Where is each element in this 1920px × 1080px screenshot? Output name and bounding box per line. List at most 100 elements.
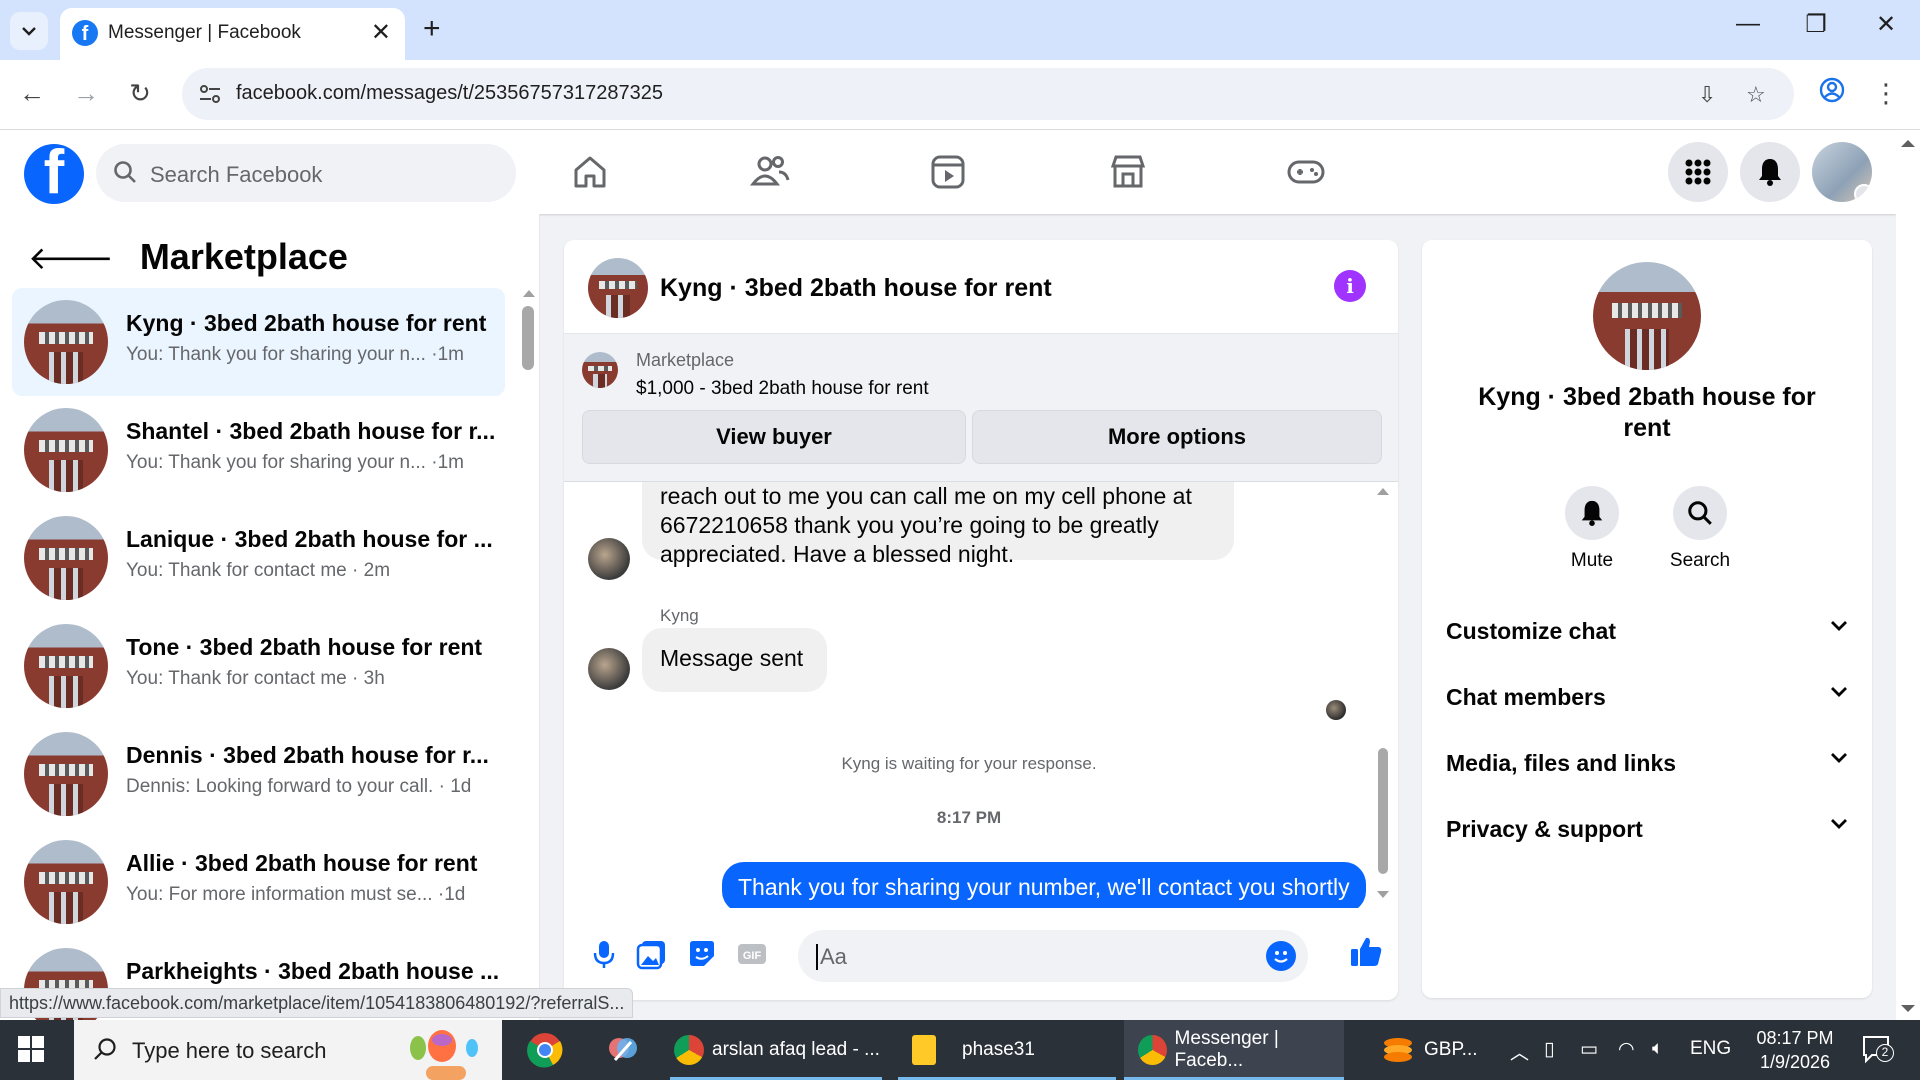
account-avatar[interactable]: ⌄ — [1812, 142, 1872, 202]
facebook-logo[interactable]: f — [24, 144, 84, 204]
tab-close-icon[interactable]: ✕ — [371, 18, 391, 47]
media-files-links-section[interactable]: Media, files and links — [1446, 744, 1848, 784]
home-icon[interactable] — [568, 150, 612, 194]
back-icon[interactable]: ← — [14, 78, 50, 109]
chevron-down-icon — [22, 27, 36, 36]
browser-menu-icon[interactable]: ⋮ — [1868, 78, 1904, 109]
notifications-button[interactable] — [1740, 142, 1800, 202]
friends-icon[interactable] — [748, 150, 792, 194]
sidebar-scrollbar[interactable] — [522, 290, 536, 594]
conversation-item[interactable]: Lanique · 3bed 2bath house for ... You: … — [12, 504, 505, 612]
taskbar-chrome-icon[interactable] — [520, 1020, 570, 1080]
url-bar[interactable]: facebook.com/messages/t/2535675731728732… — [182, 68, 1794, 120]
conversation-snippet: You: Thank for contact me · 2m — [126, 560, 391, 581]
more-options-button[interactable]: More options — [972, 410, 1382, 464]
scroll-up-icon[interactable] — [1900, 138, 1916, 148]
tab-search-button[interactable] — [10, 12, 48, 50]
sender-avatar[interactable] — [588, 648, 630, 690]
search-in-conversation-button[interactable]: Search — [1650, 486, 1750, 572]
restore-icon[interactable]: ❐ — [1796, 10, 1836, 39]
chat-members-section[interactable]: Chat members — [1446, 678, 1848, 718]
scroll-up-icon[interactable] — [1376, 486, 1390, 496]
conversation-item[interactable]: Kyng · 3bed 2bath house for rent You: Th… — [12, 288, 505, 396]
message-input[interactable]: Aa — [798, 930, 1308, 982]
profile-icon[interactable] — [1814, 76, 1850, 111]
chat-title[interactable]: Kyng · 3bed 2bath house for rent — [660, 274, 1052, 303]
page-scrollbar[interactable] — [1896, 130, 1920, 1020]
taskbar-currency-widget[interactable]: GBP... — [1380, 1020, 1500, 1080]
conversation-item[interactable]: Tone · 3bed 2bath house for rent You: Th… — [12, 612, 505, 720]
notification-center-icon[interactable]: 2 — [1862, 1034, 1894, 1064]
taskbar-clock[interactable]: 08:17 PM 1/9/2026 — [1740, 1026, 1850, 1074]
incoming-message[interactable]: Message sent — [642, 628, 828, 692]
taskbar-app-folder[interactable]: phase31 — [898, 1020, 1116, 1080]
windows-taskbar: Type here to search arslan afaq lead - .… — [0, 1020, 1920, 1080]
battery-icon[interactable]: ▭ — [1580, 1038, 1598, 1061]
conversation-avatar — [24, 408, 108, 492]
mute-button[interactable]: Mute — [1542, 486, 1642, 572]
sidebar-title: Marketplace — [139, 236, 348, 277]
conversation-item[interactable]: Dennis · 3bed 2bath house for r... Denni… — [12, 720, 505, 828]
facebook-favicon-icon: f — [72, 20, 98, 46]
minimize-icon[interactable]: — — [1728, 10, 1768, 38]
incoming-message[interactable]: reach out to me you can call me on my ce… — [642, 482, 1234, 567]
video-icon[interactable] — [926, 150, 970, 194]
sticker-icon[interactable] — [686, 938, 718, 970]
reload-icon[interactable]: ↻ — [122, 78, 158, 109]
privacy-support-section[interactable]: Privacy & support — [1446, 810, 1848, 850]
scroll-up-icon[interactable] — [522, 288, 536, 298]
search-highlight-image — [396, 1026, 496, 1080]
tray-overflow-icon[interactable]: ︿ — [1510, 1038, 1529, 1065]
facebook-search-input[interactable]: Search Facebook — [96, 144, 516, 202]
menu-grid-button[interactable] — [1668, 142, 1728, 202]
taskbar-search-input[interactable]: Type here to search — [74, 1020, 502, 1080]
scrollbar-thumb[interactable] — [1378, 748, 1388, 874]
profile-avatar[interactable] — [1593, 262, 1701, 370]
bookmark-star-icon[interactable]: ☆ — [1746, 82, 1766, 108]
language-indicator[interactable]: ENG — [1690, 1038, 1731, 1060]
conversation-name: Dennis · 3bed 2bath house for r... — [126, 742, 489, 768]
scrollbar-thumb[interactable] — [522, 306, 534, 370]
scroll-down-icon[interactable] — [1900, 1004, 1916, 1014]
section-title: Customize chat — [1446, 618, 1616, 644]
browser-tab-messenger[interactable]: f Messenger | Facebook ✕ — [60, 8, 405, 60]
wifi-icon[interactable]: ◠ — [1618, 1038, 1635, 1061]
conversation-name: Tone · 3bed 2bath house for rent — [126, 634, 483, 660]
windows-start-icon[interactable] — [18, 1036, 44, 1062]
taskbar-app-chrome-profile[interactable]: arslan afaq lead - ... — [670, 1020, 882, 1080]
gif-icon[interactable]: GIF — [736, 938, 768, 970]
tray-device-icon[interactable]: ▯ — [1544, 1038, 1554, 1061]
listing-thumbnail[interactable] — [582, 352, 618, 388]
new-tab-button[interactable]: + — [423, 12, 441, 46]
search-icon — [1688, 501, 1712, 525]
site-settings-icon[interactable] — [196, 80, 224, 108]
photo-icon[interactable] — [636, 938, 668, 970]
marketplace-icon[interactable] — [1106, 150, 1150, 194]
thumbs-up-icon[interactable] — [1348, 934, 1384, 970]
conversation-name: Shantel · 3bed 2bath house for r... — [126, 418, 496, 444]
forward-icon[interactable]: → — [68, 78, 104, 109]
view-buyer-button[interactable]: View buyer — [582, 410, 966, 464]
info-icon[interactable]: i — [1334, 270, 1366, 302]
message-text-line: 6672210658 thank you you’re going to be … — [660, 512, 1159, 538]
scroll-down-icon[interactable] — [1376, 890, 1390, 900]
listing-price-title[interactable]: $1,000 - 3bed 2bath house for rent — [636, 378, 929, 400]
microphone-icon[interactable] — [588, 938, 620, 970]
emoji-icon[interactable] — [1266, 941, 1296, 971]
volume-icon[interactable]: 🔈︎ — [1652, 1038, 1663, 1060]
outgoing-message[interactable]: Thank you for sharing your number, we'll… — [722, 862, 1366, 908]
chat-avatar[interactable] — [588, 258, 648, 318]
back-arrow-icon[interactable]: 🡐 — [28, 238, 114, 277]
conversation-item[interactable]: Allie · 3bed 2bath house for rent You: F… — [12, 828, 505, 936]
install-app-icon[interactable]: ⇩ — [1698, 82, 1716, 108]
tab-title: Messenger | Facebook — [108, 22, 301, 43]
sender-avatar[interactable] — [588, 538, 630, 580]
customize-chat-section[interactable]: Customize chat — [1446, 612, 1848, 652]
gaming-icon[interactable] — [1284, 150, 1328, 194]
close-window-icon[interactable]: ✕ — [1866, 10, 1906, 39]
bell-icon — [1759, 159, 1781, 186]
taskbar-snipping-icon[interactable] — [598, 1020, 648, 1080]
taskbar-app-messenger[interactable]: Messenger | Faceb... — [1124, 1020, 1344, 1080]
chat-scrollbar[interactable] — [1376, 486, 1392, 906]
conversation-item[interactable]: Shantel · 3bed 2bath house for r... You:… — [12, 396, 505, 504]
